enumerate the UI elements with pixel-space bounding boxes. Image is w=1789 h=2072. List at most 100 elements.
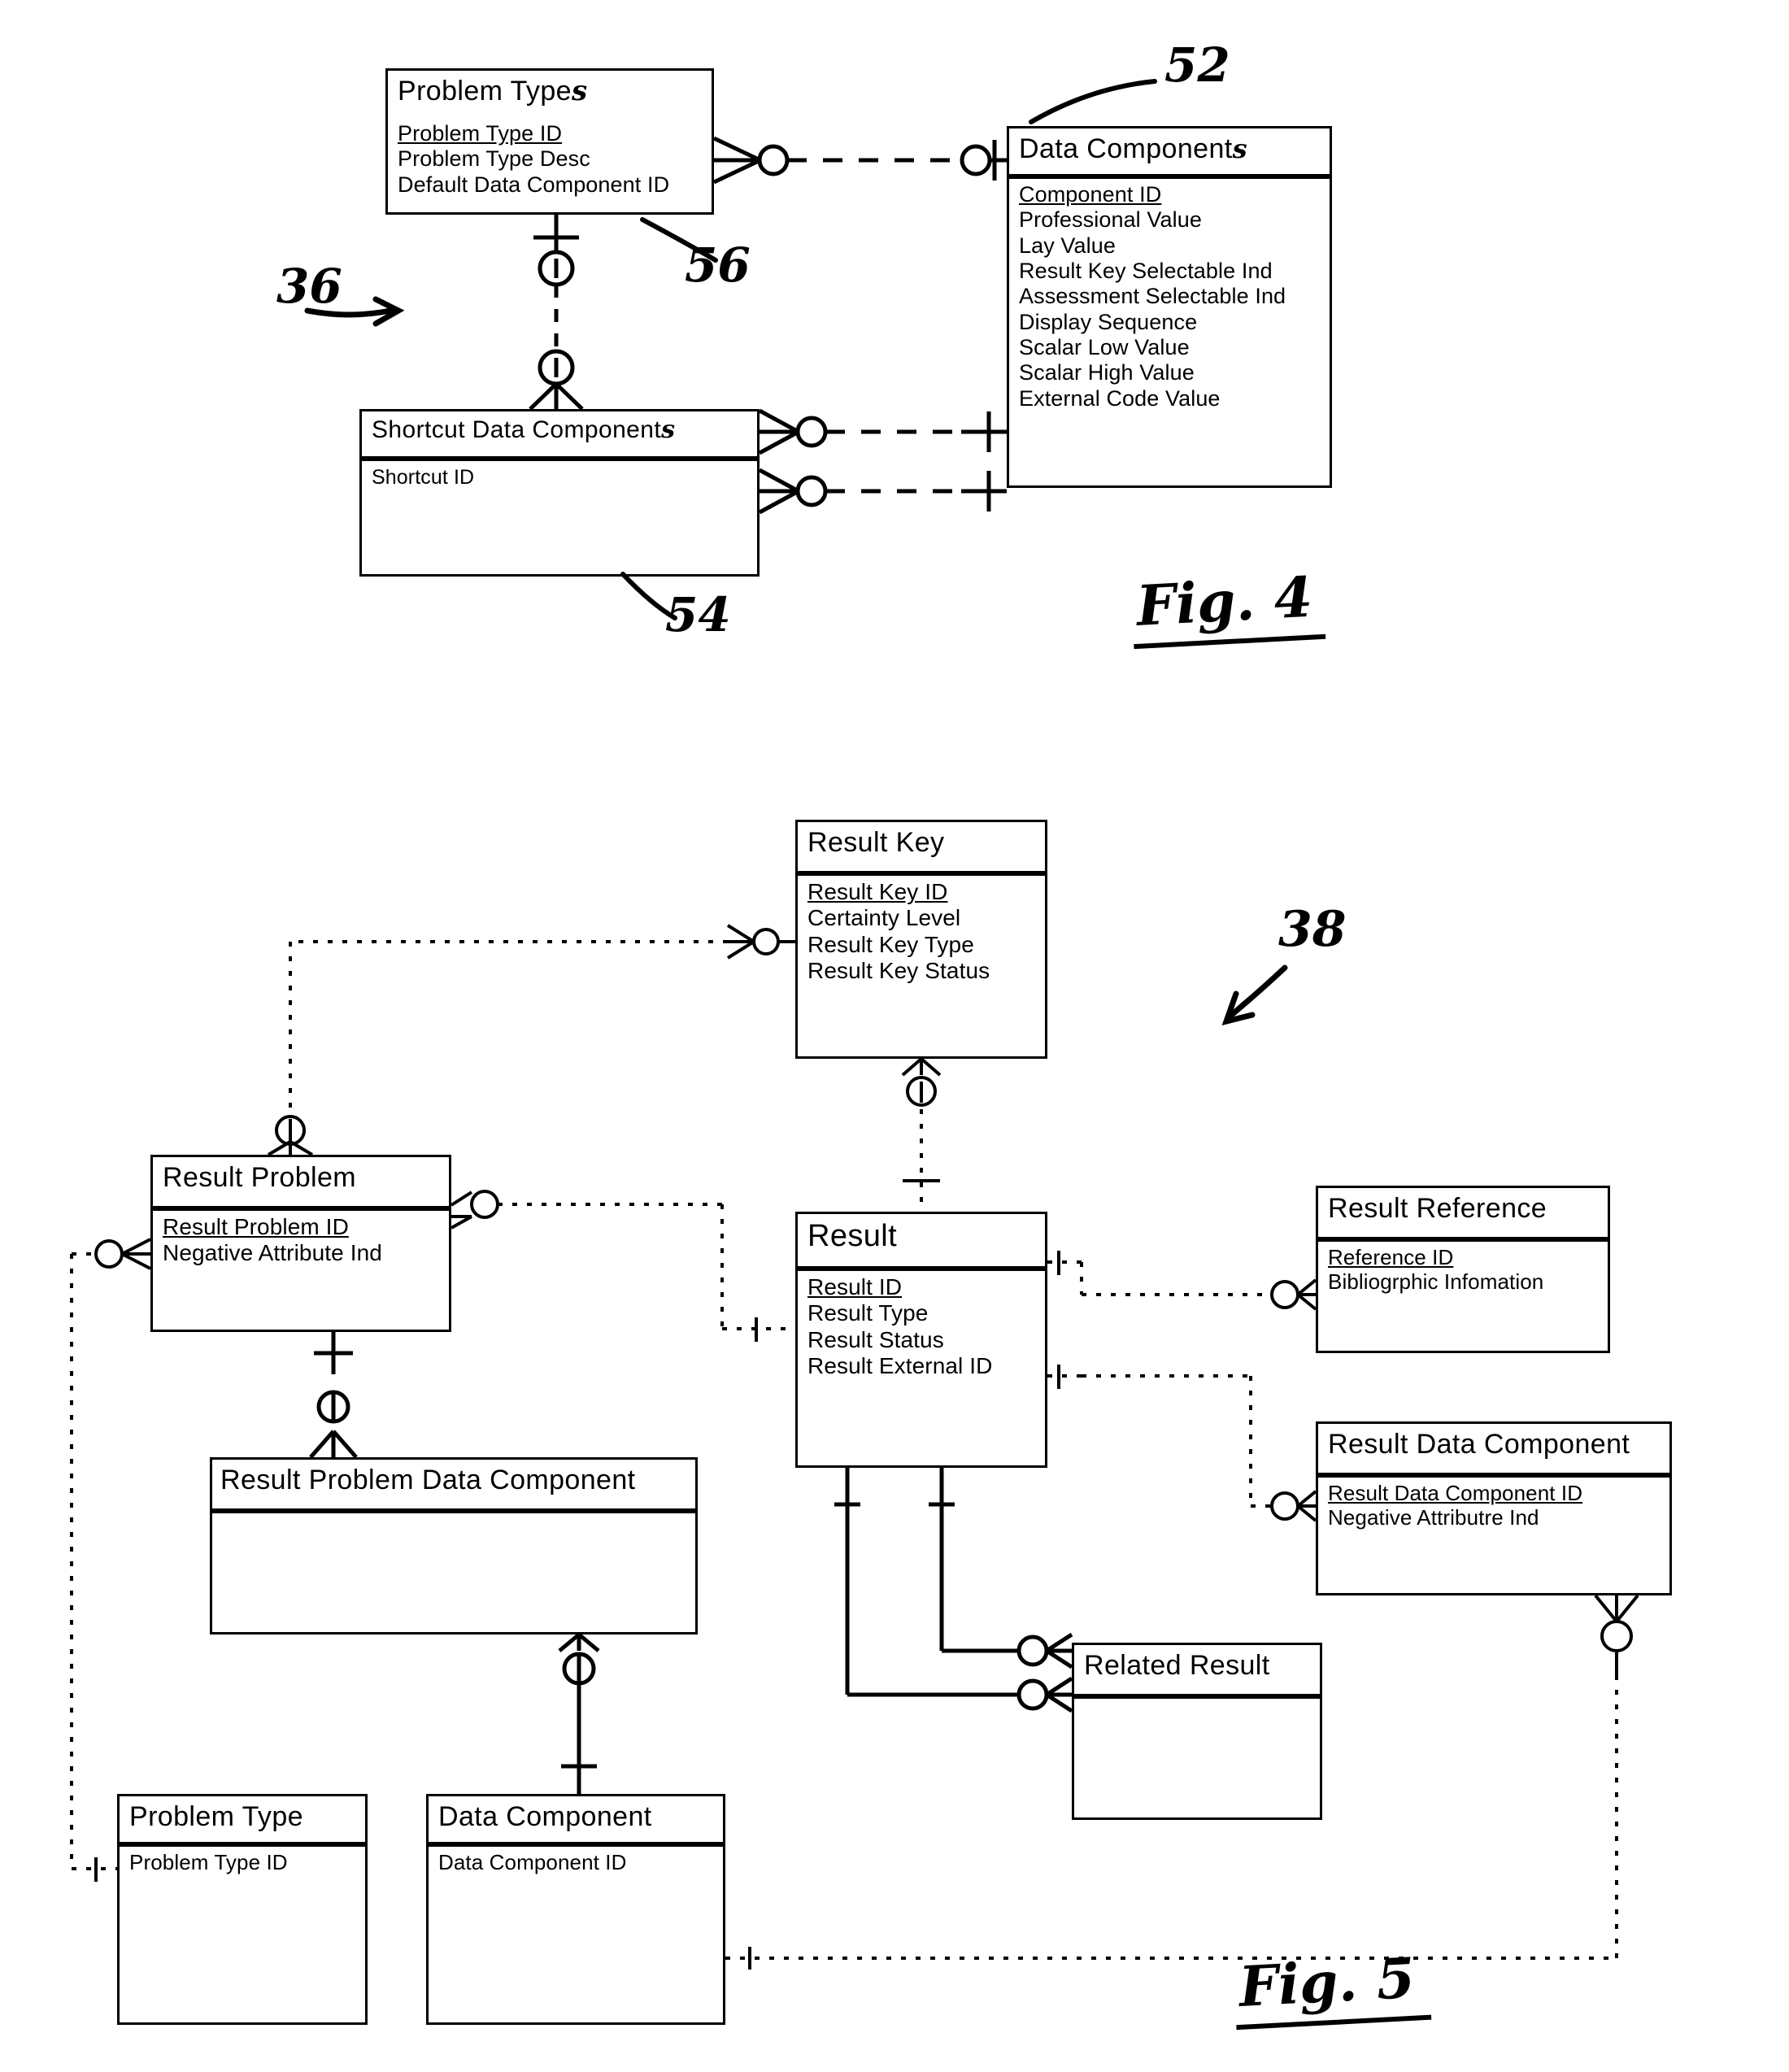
entity-title: Problem Types bbox=[388, 71, 712, 121]
entity-data-components-attrs: Component ID Professional Value Lay Valu… bbox=[1007, 176, 1332, 488]
attribute-row: Result Key Selectable Ind bbox=[1019, 258, 1273, 283]
reference-numeral-56: 56 bbox=[685, 237, 751, 293]
rel-problemtype-resultproblem bbox=[70, 1238, 151, 1882]
entity-result: Result bbox=[795, 1212, 1047, 1269]
entity-title-text: Result Problem Data Component bbox=[220, 1465, 636, 1495]
entity-title-text: Related Result bbox=[1084, 1650, 1270, 1681]
entity-result-problem-attrs: Result Problem ID Negative Attribute Ind bbox=[150, 1208, 451, 1332]
entity-title-text: Problem Type bbox=[129, 1801, 303, 1832]
attribute-row: Component ID bbox=[1019, 182, 1162, 207]
entity-title-text: Data Component bbox=[438, 1801, 652, 1832]
attribute-row: Display Sequence bbox=[1019, 309, 1198, 334]
entity-problem-types-attrs: Problem Type ID Problem Type Desc Defaul… bbox=[385, 119, 714, 215]
entity-shortcut-data-components: Shortcut Data Components bbox=[359, 409, 760, 459]
attribute-row: Result Key ID bbox=[807, 879, 948, 904]
entity-problem-type-small-attrs: Problem Type ID bbox=[117, 1844, 368, 2025]
rel-shortcut-datacomponents-2 bbox=[758, 468, 1007, 515]
callout-leader-38 bbox=[1221, 964, 1288, 1025]
attribute-row: External Code Value bbox=[1019, 385, 1221, 411]
entity-title-text: Result Key bbox=[807, 827, 945, 858]
entity-result-key-attrs: Result Key ID Certainty Level Result Key… bbox=[795, 873, 1047, 1059]
rel-resultproblem-rpdc bbox=[309, 1332, 358, 1459]
rel-problemtypes-datacomponents bbox=[712, 136, 1007, 185]
rel-shortcut-datacomponents-1 bbox=[758, 408, 1007, 455]
attribute-row: Result Key Type bbox=[807, 931, 974, 957]
entity-title: Result Reference bbox=[1318, 1188, 1608, 1237]
rel-result-resultreference bbox=[1047, 1251, 1317, 1311]
reference-numeral-54: 54 bbox=[665, 587, 731, 642]
entity-problem-type-small: Problem Type bbox=[117, 1794, 368, 1844]
rel-result-relatedresult-2 bbox=[929, 1468, 1073, 1669]
entity-title-text: Data Component bbox=[1019, 133, 1233, 164]
attribute-row: Scalar Low Value bbox=[1019, 334, 1190, 359]
attribute-row: Certainty Level bbox=[807, 905, 961, 931]
entity-title: Shortcut Data Components bbox=[362, 411, 757, 456]
entity-title: Problem Type bbox=[120, 1796, 365, 1842]
rel-resultkey-resultproblem bbox=[267, 924, 795, 1156]
entity-data-components: Data Components bbox=[1007, 126, 1332, 176]
entity-title: Result bbox=[798, 1214, 1045, 1266]
attribute-row: Result Type bbox=[807, 1300, 929, 1326]
entity-related-result: Related Result bbox=[1072, 1643, 1322, 1696]
entity-title: Related Result bbox=[1074, 1645, 1320, 1694]
rel-resultkey-result bbox=[901, 1057, 942, 1202]
entity-result-data-component-attrs: Result Data Component ID Negative Attrib… bbox=[1316, 1475, 1672, 1595]
attribute-row: Reference ID bbox=[1328, 1245, 1454, 1269]
entity-data-component-small-attrs: Data Component ID bbox=[426, 1844, 725, 2025]
entity-result-attrs: Result ID Result Type Result Status Resu… bbox=[795, 1269, 1047, 1468]
rel-result-relatedresult-1 bbox=[834, 1468, 1073, 1713]
attribute-row: Result ID bbox=[807, 1274, 903, 1299]
entity-title-text: Problem Type bbox=[398, 76, 572, 107]
entity-related-result-attrs bbox=[1072, 1696, 1322, 1820]
entity-result-key: Result Key bbox=[795, 820, 1047, 873]
entity-title-handwritten-suffix: s bbox=[661, 416, 676, 444]
attribute-row: Bibliogrphic Infomation bbox=[1328, 1269, 1544, 1295]
attribute-row: Problem Type ID bbox=[398, 121, 563, 146]
attribute-row: Professional Value bbox=[1019, 207, 1202, 233]
entity-title: Result Problem bbox=[153, 1157, 449, 1206]
rel-problemtypes-shortcut bbox=[529, 215, 584, 411]
rel-result-resultdatacomponent bbox=[1047, 1365, 1317, 1522]
entity-title-text: Result Reference bbox=[1328, 1193, 1547, 1224]
entity-title-handwritten-suffix: s bbox=[571, 75, 588, 107]
attribute-row: Data Component ID bbox=[438, 1850, 627, 1874]
entity-result-reference-attrs: Reference ID Bibliogrphic Infomation bbox=[1316, 1239, 1610, 1353]
attribute-row: Default Data Component ID bbox=[398, 172, 670, 197]
entity-title-handwritten-suffix: s bbox=[1232, 133, 1248, 164]
entity-title: Data Component bbox=[429, 1796, 723, 1842]
rel-rpdc-datacomponent bbox=[558, 1633, 600, 1794]
attribute-row: Result Data Component ID bbox=[1328, 1481, 1583, 1505]
patent-drawing-sheet: Problem Types Problem Type ID Problem Ty… bbox=[0, 0, 1789, 2072]
attribute-row: Result External ID bbox=[807, 1353, 993, 1379]
entity-result-problem-data-component: Result Problem Data Component bbox=[210, 1457, 698, 1511]
entity-title-text: Shortcut Data Component bbox=[372, 416, 662, 443]
entity-title: Result Problem Data Component bbox=[212, 1460, 695, 1508]
entity-data-component-small: Data Component bbox=[426, 1794, 725, 1844]
rel-resultproblem-result bbox=[450, 1190, 795, 1342]
attribute-row: Scalar High Value bbox=[1019, 360, 1195, 385]
figure-label-fig4: Fig. 4 bbox=[1130, 564, 1326, 650]
attribute-row: Negative Attributre Ind bbox=[1328, 1505, 1539, 1530]
entity-result-reference: Result Reference bbox=[1316, 1186, 1610, 1239]
entity-title-text: Result Problem bbox=[163, 1162, 357, 1193]
entity-result-problem: Result Problem bbox=[150, 1155, 451, 1208]
attribute-row: Negative Attribute Ind bbox=[163, 1240, 382, 1266]
attribute-row: Assessment Selectable Ind bbox=[1019, 284, 1286, 309]
entity-shortcut-data-components-attrs: Shortcut ID bbox=[359, 459, 760, 577]
entity-title: Result Key bbox=[798, 822, 1045, 871]
attribute-row: Problem Type ID bbox=[129, 1850, 288, 1874]
entity-result-data-component: Result Data Component bbox=[1316, 1421, 1672, 1475]
entity-title-text: Result bbox=[807, 1219, 898, 1253]
attribute-row: Lay Value bbox=[1019, 233, 1116, 258]
attribute-row: Result Key Status bbox=[807, 958, 990, 984]
reference-numeral-36: 36 bbox=[276, 259, 342, 314]
attribute-row: Result Status bbox=[807, 1326, 944, 1352]
attribute-row: Shortcut ID bbox=[372, 466, 475, 489]
attribute-row: Result Problem ID bbox=[163, 1214, 349, 1239]
figure-label-fig5: Fig. 5 bbox=[1232, 1944, 1432, 2031]
reference-numeral-52: 52 bbox=[1164, 37, 1230, 93]
attribute-row: Problem Type Desc bbox=[398, 146, 590, 172]
entity-title: Data Components bbox=[1009, 128, 1330, 174]
entity-result-problem-data-component-attrs bbox=[210, 1511, 698, 1635]
entity-title-text: Result Data Component bbox=[1328, 1429, 1630, 1460]
